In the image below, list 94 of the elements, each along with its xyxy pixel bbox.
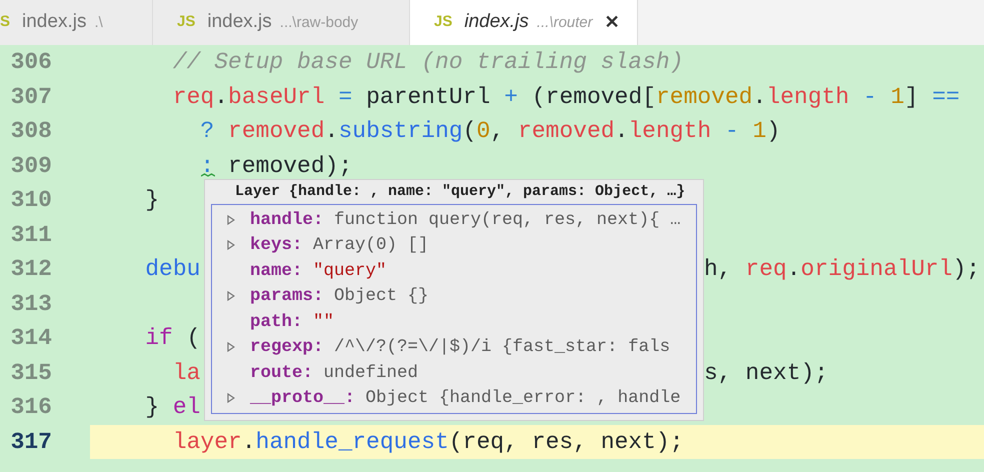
- code-token: removed);: [227, 152, 352, 178]
- code-token: .: [752, 84, 766, 110]
- code-token: (removed[: [530, 84, 656, 110]
- property-value: function query(req, res, next){ …: [334, 208, 681, 232]
- property-value: Array(0) []: [313, 234, 429, 258]
- property-value: Object {handle_error: , handle: [366, 387, 681, 410]
- code-token: s, next);: [704, 360, 828, 386]
- code-token: (: [186, 325, 200, 351]
- code-token: .: [786, 256, 801, 282]
- line-number: 308: [10, 117, 52, 146]
- code-token: removed: [656, 84, 753, 110]
- code-token: ==: [932, 84, 960, 110]
- editor-tab[interactable]: JS index.js ...\raw-body: [153, 0, 410, 45]
- code-token: 0: [476, 118, 490, 144]
- code-token: -: [862, 84, 878, 110]
- line-number: 309: [10, 152, 52, 180]
- js-file-icon: JS: [177, 11, 196, 34]
- code-token: la: [172, 360, 200, 386]
- code-token: req: [745, 256, 787, 282]
- code-token: +: [504, 84, 518, 110]
- expand-triangle-icon[interactable]: [227, 240, 235, 250]
- code-token: .: [242, 428, 256, 454]
- code-token: h,: [704, 256, 733, 282]
- line-number: 314: [10, 324, 52, 353]
- property-key: path:: [250, 308, 303, 335]
- property-key: name:: [250, 258, 303, 284]
- expand-triangle-icon[interactable]: [227, 291, 235, 302]
- property-key: handle:: [250, 206, 324, 233]
- editor-tab[interactable]: JS index.js ...\router ✕: [410, 0, 638, 45]
- tab-path: .\: [94, 13, 103, 34]
- code-token: );: [952, 256, 980, 282]
- code-token: .: [214, 84, 228, 110]
- code-token: layer: [172, 428, 242, 454]
- code-token: 1: [890, 84, 904, 110]
- code-token: -: [724, 118, 740, 144]
- line-number: 312: [10, 255, 52, 284]
- property-value: Object {}: [334, 285, 429, 308]
- code-token: el: [172, 394, 200, 420]
- property-value: /^\/?(?=\/|$)/i {fast_star: fals: [334, 336, 670, 360]
- code-token: parentUrl: [366, 84, 492, 110]
- code-token: length: [766, 84, 850, 110]
- expand-triangle-icon[interactable]: [227, 342, 235, 352]
- code-token: length: [628, 118, 712, 144]
- expand-triangle-icon[interactable]: [227, 393, 235, 404]
- tab-label: index.js: [22, 10, 86, 34]
- code-token: =: [337, 84, 354, 110]
- code-token: removed: [227, 118, 325, 144]
- js-file-icon: JS: [434, 11, 452, 34]
- code-token: // Setup base URL (no trailing slash): [172, 49, 684, 75]
- property-key: regexp:: [250, 334, 324, 360]
- code-token: (: [462, 118, 477, 144]
- property-value: "": [313, 310, 334, 334]
- code-token: ?: [199, 118, 214, 144]
- line-number: 311: [10, 220, 52, 250]
- line-number: 310: [10, 186, 52, 215]
- code-token: (req, res, next);: [448, 428, 684, 454]
- line-number: 316: [10, 393, 52, 422]
- code-token: ]: [904, 84, 920, 110]
- code-token: .: [324, 118, 338, 144]
- line-number: 317: [10, 428, 52, 456]
- code-token: ,: [490, 118, 506, 144]
- code-token: req: [172, 84, 214, 110]
- code-token: }: [144, 187, 160, 213]
- tab-path: ...\raw-body: [280, 13, 358, 34]
- line-number: 315: [10, 358, 52, 388]
- line-number: 307: [10, 82, 52, 112]
- line-number: 306: [10, 48, 52, 77]
- popup-title: Layer {handle: , name: "query", params: Object, …}: [234, 182, 686, 202]
- property-key: route:: [250, 360, 314, 386]
- code-token: .: [614, 118, 628, 144]
- code-token: debu: [144, 256, 200, 282]
- code-token: :: [199, 152, 214, 178]
- property-key: params:: [250, 283, 324, 310]
- tab-label: index.js: [464, 10, 529, 34]
- code-token: if: [144, 325, 173, 351]
- js-file-icon: S: [0, 11, 10, 34]
- line-number: 313: [10, 290, 52, 318]
- code-token: originalUrl: [800, 256, 952, 282]
- close-button[interactable]: ✕: [604, 9, 620, 36]
- code-token: handle_request: [256, 428, 449, 454]
- code-token: ): [766, 118, 780, 144]
- code-token: substring: [338, 118, 463, 144]
- property-value: "query": [313, 260, 387, 283]
- code-token: baseUrl: [228, 84, 325, 110]
- property-key: __proto__:: [250, 385, 356, 412]
- property-key: keys:: [250, 232, 303, 258]
- editor-tab[interactable]: S index.js .\: [0, 0, 153, 45]
- tab-path: ...\router: [536, 13, 593, 34]
- code-token: 1: [752, 118, 766, 144]
- tab-label: index.js: [207, 10, 272, 34]
- property-value: undefined: [324, 362, 418, 385]
- expand-triangle-icon[interactable]: [227, 214, 235, 225]
- code-token: removed: [518, 118, 615, 144]
- code-token: }: [144, 394, 160, 420]
